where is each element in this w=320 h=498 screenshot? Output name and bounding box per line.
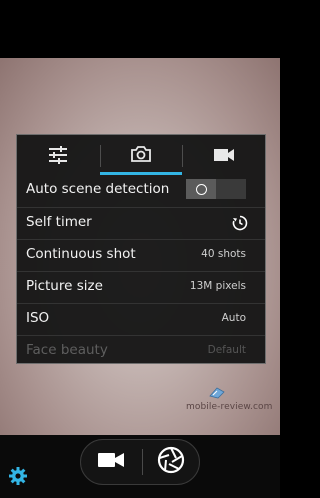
setting-face-beauty: Face beauty Default (17, 335, 265, 367)
setting-value: Default (207, 344, 246, 356)
aperture-shutter-icon (157, 446, 185, 478)
toggle-knob (186, 179, 216, 199)
toggle-off-icon (195, 183, 207, 195)
setting-value: 13M pixels (189, 280, 246, 292)
photo-camera-icon (131, 145, 151, 162)
settings-tabs (17, 135, 265, 175)
settings-list: Auto scene detection Self timer Continuo… (17, 175, 265, 367)
setting-label: Self timer (26, 214, 92, 230)
tab-video-settings[interactable] (182, 135, 265, 175)
top-bar (0, 0, 280, 58)
setting-value: 40 shots (201, 248, 246, 260)
capture-mode-switcher (80, 439, 200, 485)
setting-auto-scene-detection[interactable]: Auto scene detection (17, 175, 265, 207)
setting-self-timer[interactable]: Self timer (17, 207, 265, 239)
video-camera-icon (213, 148, 235, 162)
video-camera-icon (97, 451, 125, 473)
setting-picture-size[interactable]: Picture size 13M pixels (17, 271, 265, 303)
camera-screen: mobile-review.com Auto scene detection S… (0, 0, 280, 498)
video-record-button[interactable] (81, 440, 141, 484)
setting-continuous-shot[interactable]: Continuous shot 40 shots (17, 239, 265, 271)
auto-scene-toggle[interactable] (186, 179, 246, 199)
tab-photo-settings[interactable] (99, 135, 183, 175)
watermark: mobile-review.com (186, 385, 272, 425)
watermark-logo-icon (208, 385, 226, 399)
setting-iso[interactable]: ISO Auto (17, 303, 265, 335)
setting-label: Face beauty (26, 342, 108, 358)
setting-label: Continuous shot (26, 246, 136, 262)
setting-label: Auto scene detection (26, 181, 170, 197)
gear-icon[interactable] (8, 466, 28, 486)
tab-general-settings[interactable] (17, 135, 100, 175)
sliders-icon (48, 146, 68, 164)
setting-label: ISO (26, 310, 50, 326)
watermark-text: mobile-review.com (186, 402, 273, 412)
setting-label: Picture size (26, 278, 103, 294)
camera-settings-panel: Auto scene detection Self timer Continuo… (16, 134, 266, 364)
setting-value: Auto (221, 312, 246, 324)
shutter-button[interactable] (143, 440, 199, 484)
timer-icon (232, 215, 248, 235)
